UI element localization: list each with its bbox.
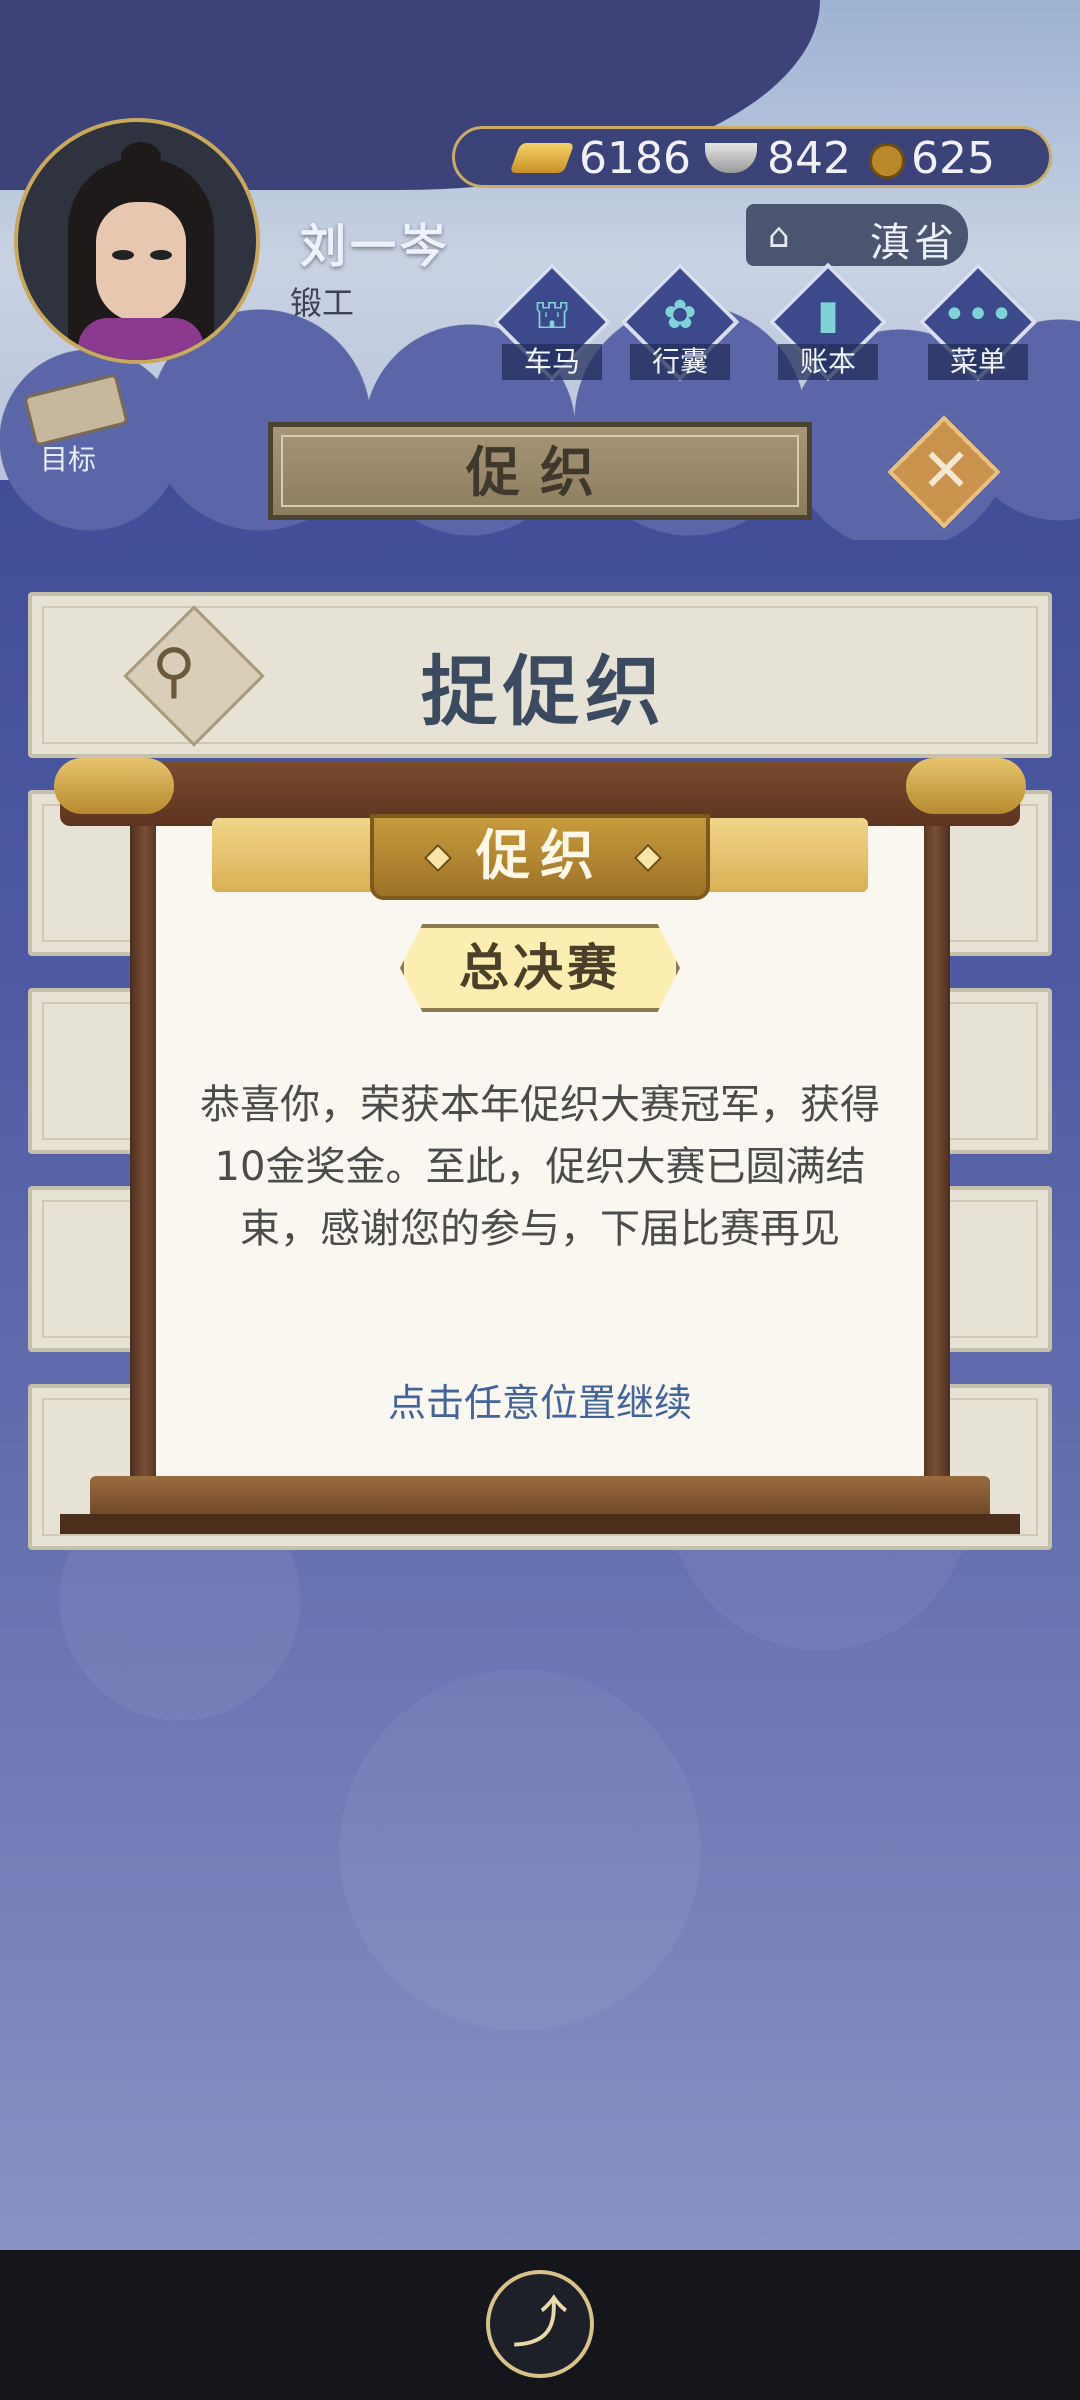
player-title: 锻工 xyxy=(290,284,355,322)
gold-ingot-icon xyxy=(509,143,575,173)
ledger-glyph: ▮ xyxy=(816,292,839,338)
page-title-plaque: 促织 xyxy=(268,422,812,520)
nav-carriage-button[interactable]: ⛫ 车马 xyxy=(492,262,612,390)
avatar-robe xyxy=(78,318,204,360)
catch-cricket-panel[interactable]: ⚲ 捉促织 xyxy=(28,592,1052,758)
roof-ornament xyxy=(906,758,1026,814)
currency-bar: 6186 842 625 xyxy=(452,126,1052,188)
bag-glyph: ✿ xyxy=(663,292,697,338)
sedan-chair-icon: ⌂ xyxy=(768,216,790,256)
silver-ingot-icon xyxy=(705,143,757,173)
avatar-eye xyxy=(112,250,134,260)
copper-coin-icon xyxy=(869,143,905,179)
panel-title: 捉促织 xyxy=(421,647,667,736)
nav-bag-button[interactable]: ✿ 行囊 xyxy=(620,262,740,390)
dialog-base-edge xyxy=(60,1514,1020,1534)
right-pillar xyxy=(920,818,950,1488)
nav-carriage-label: 车马 xyxy=(502,344,602,380)
continue-hint[interactable]: 点击任意位置继续 xyxy=(156,1372,924,1427)
close-icon[interactable]: ✕ xyxy=(906,428,986,514)
goal-label: 目标 xyxy=(40,443,97,476)
goal-button[interactable]: 目标 xyxy=(20,373,130,476)
scroll-icon xyxy=(23,373,129,447)
avatar-eye xyxy=(150,250,172,260)
result-message: 恭喜你，荣获本年促织大赛冠军，获得10金奖金。至此，促织大赛已圆满结束，感谢您的… xyxy=(200,1082,880,1252)
gold-amount: 6186 xyxy=(579,133,691,184)
player-avatar[interactable] xyxy=(14,118,260,364)
nav-menu-label: 菜单 xyxy=(928,344,1028,380)
stage-label: 总决赛 xyxy=(459,939,621,997)
province-button[interactable]: ⌂ 滇省 xyxy=(746,204,968,266)
dialog-title: 促织 xyxy=(476,824,604,887)
coin-amount: 625 xyxy=(911,133,995,184)
carriage-glyph: ⛫ xyxy=(533,292,571,338)
nav-ledger-label: 账本 xyxy=(778,344,878,380)
nav-bag-label: 行囊 xyxy=(630,344,730,380)
silver-amount: 842 xyxy=(767,133,851,184)
avatar-face xyxy=(96,202,186,322)
player-name: 刘一岑 xyxy=(300,219,450,273)
avatar-bun xyxy=(121,142,161,172)
share-button[interactable]: ⤴ xyxy=(486,2270,594,2378)
page-title: 促织 xyxy=(281,435,799,507)
province-name: 滇省 xyxy=(870,220,958,266)
nav-menu-button[interactable]: ••• 菜单 xyxy=(918,262,1038,390)
result-dialog[interactable]: 促织 总决赛 恭喜你，荣获本年促织大赛冠军，获得10金奖金。至此，促织大赛已圆满… xyxy=(54,758,1026,1542)
menu-glyph: ••• xyxy=(942,292,1014,338)
nav-ledger-button[interactable]: ▮ 账本 xyxy=(768,262,888,390)
roof-ornament xyxy=(54,758,174,814)
